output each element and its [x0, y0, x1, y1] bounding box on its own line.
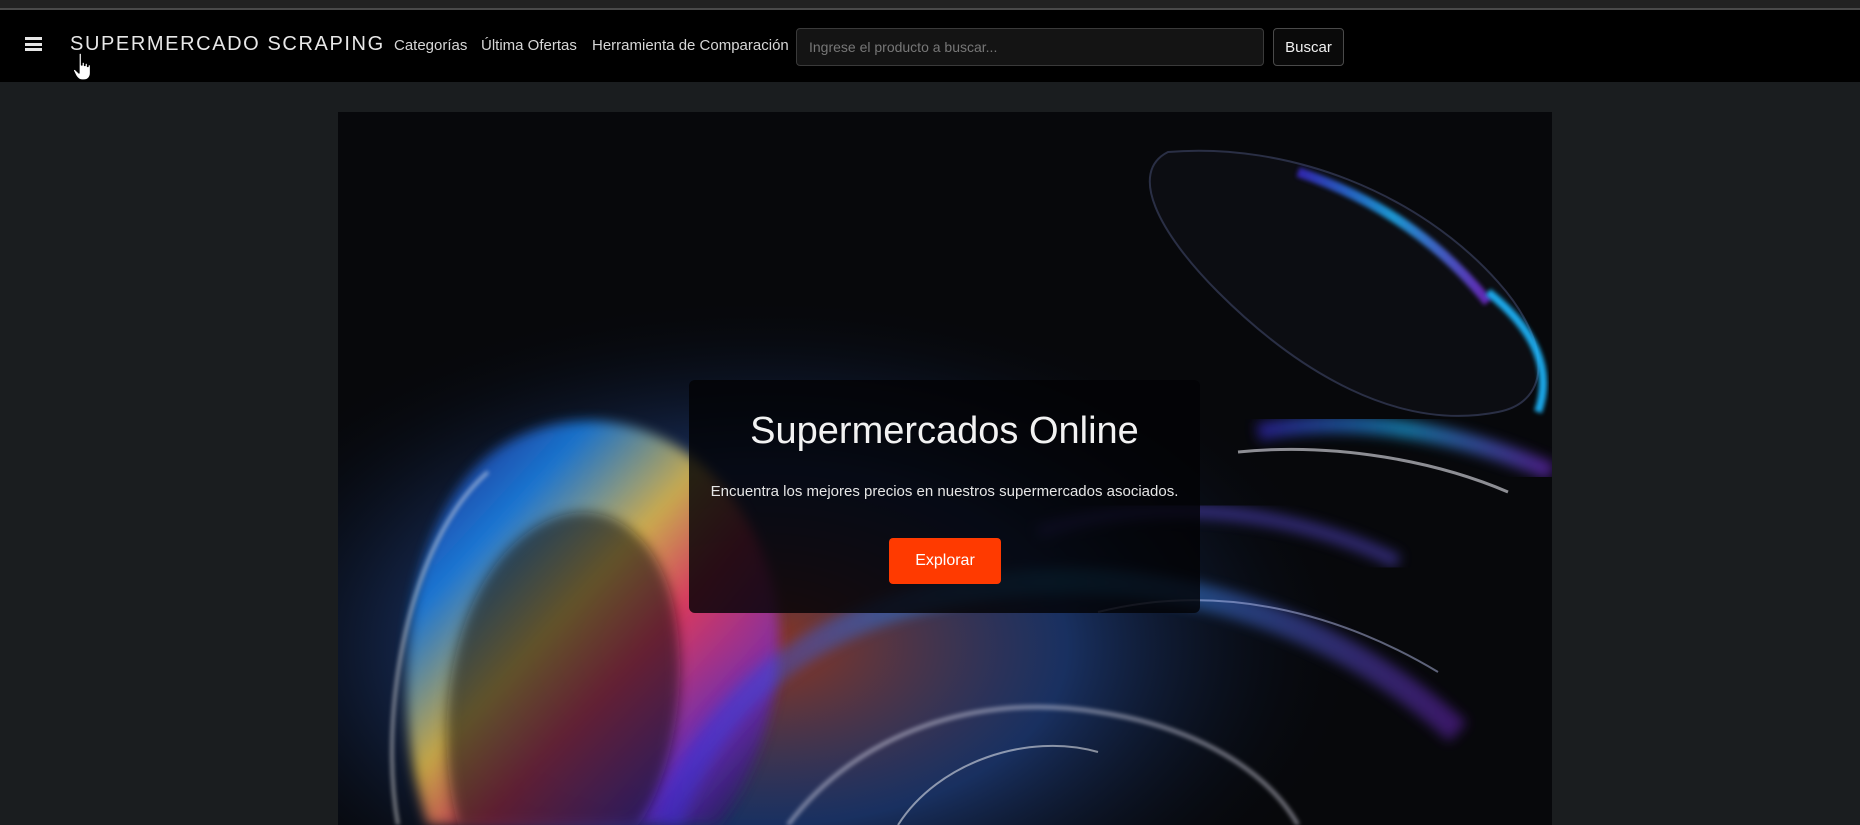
- hero-subtitle: Encuentra los mejores precios en nuestro…: [710, 483, 1179, 500]
- nav-link-categorias[interactable]: Categorías: [394, 37, 467, 54]
- search-button[interactable]: Buscar: [1273, 28, 1344, 66]
- hero-card: Supermercados Online Encuentra los mejor…: [689, 380, 1200, 613]
- search-input[interactable]: [796, 28, 1264, 66]
- navbar: SUPERMERCADO SCRAPING Categorías Última …: [0, 12, 1860, 82]
- nav-link-ultima-ofertas[interactable]: Última Ofertas: [481, 37, 577, 54]
- explore-button[interactable]: Explorar: [889, 538, 1001, 584]
- brand-logo[interactable]: SUPERMERCADO SCRAPING: [70, 33, 385, 56]
- hamburger-menu-icon[interactable]: [25, 37, 42, 51]
- hero-title: Supermercados Online: [750, 410, 1139, 452]
- hero-banner: Supermercados Online Encuentra los mejor…: [338, 112, 1552, 825]
- window-top-edge: [0, 0, 1860, 12]
- nav-link-herramienta-comparacion[interactable]: Herramienta de Comparación: [592, 37, 789, 54]
